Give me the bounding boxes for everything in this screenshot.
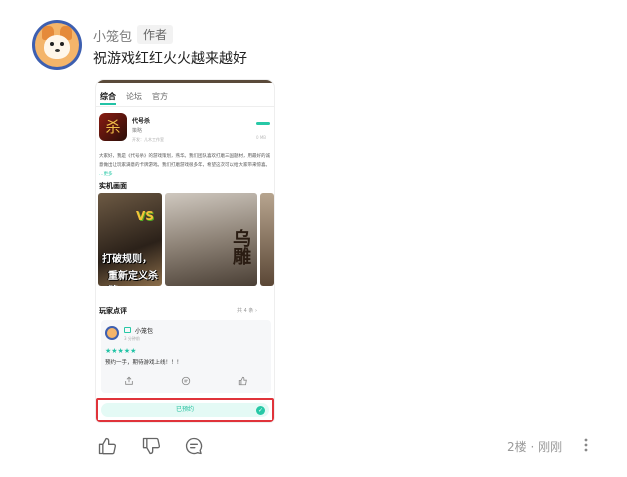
- more-options-button[interactable]: [583, 438, 589, 455]
- avatar-face: [44, 35, 70, 59]
- app-icon: 杀: [99, 113, 127, 141]
- game-screenshot-1: VS 打破规则， 重新定义杀牌！: [98, 193, 162, 286]
- screenshots-row: VS 打破规则， 重新定义杀牌！ 乌雕: [98, 193, 274, 286]
- reviewer-name: 小笼包: [135, 328, 154, 335]
- attached-screenshot[interactable]: 综合 论坛 官方 杀 代号杀 策略 开发：儿木工作室 0 MB 大家好，我是《代…: [96, 80, 274, 422]
- avatar-eye-right: [60, 42, 64, 46]
- thumbs-up-icon: [98, 437, 117, 455]
- screenshot-top-bar: [96, 80, 274, 83]
- dislike-button[interactable]: [141, 436, 161, 456]
- screenshots-section-title: 实机画面: [99, 182, 127, 190]
- thumbs-up-icon: [238, 376, 247, 386]
- avatar-nose: [55, 49, 60, 52]
- reviews-section-title: 玩家点评: [99, 307, 127, 315]
- app-developer: 开发：儿木工作室: [132, 137, 164, 142]
- share-icon: [125, 376, 134, 385]
- app-name: 代号杀: [132, 118, 151, 125]
- reviewer-avatar: [105, 326, 119, 340]
- game-screenshot-3: [260, 193, 274, 286]
- reserve-highlight-box: 已预约 ✓: [96, 398, 274, 422]
- slogan-line-2: 重新定义杀牌！: [108, 271, 158, 282]
- screenshot-calligraphy: 乌雕: [230, 229, 251, 265]
- review-card: 小笼包 3 分钟前 ★★★★★ 预约一手，期待游戏上线！！！: [101, 320, 271, 393]
- tab-official: 官方: [152, 92, 168, 101]
- reserved-label: 已预约: [175, 406, 194, 413]
- reply-button[interactable]: [184, 436, 204, 456]
- reviewer-badge-icon: [124, 327, 131, 333]
- tab-forum: 论坛: [126, 92, 142, 101]
- review-actions: [101, 376, 271, 386]
- review-stars: ★★★★★: [105, 347, 137, 355]
- tab-overview: 综合: [100, 91, 116, 105]
- author-badge: 作者: [137, 25, 174, 44]
- comment-icon: [185, 437, 203, 455]
- app-action-bar: [256, 122, 270, 125]
- comment-icon: [181, 376, 191, 386]
- app-genre: 策略: [132, 128, 143, 134]
- slogan-line-1: 打破规则，: [102, 254, 152, 265]
- avatar-eye-left: [50, 42, 54, 46]
- vs-text: VS: [136, 209, 154, 223]
- review-time: 3 分钟前: [124, 336, 140, 341]
- description-more-link: …更多: [99, 172, 113, 177]
- more-vertical-icon: [584, 438, 588, 452]
- review-text: 预约一手，期待游戏上线！！！: [105, 360, 183, 366]
- like-button[interactable]: [97, 436, 117, 456]
- user-avatar[interactable]: [32, 20, 82, 70]
- screenshot-tabs: 综合 论坛 官方: [100, 91, 168, 105]
- app-description: 大家好，我是《代号杀》的游戏策划，燕华。我们团队喜欢打磨三国题材，用最好的诚意做…: [99, 152, 271, 179]
- comment-text: 祝游戏红红火火越来越好: [93, 51, 247, 67]
- username[interactable]: 小笼包: [93, 26, 132, 45]
- game-screenshot-2: 乌雕: [165, 193, 257, 286]
- reserved-button: 已预约 ✓: [101, 403, 269, 417]
- description-text: 大家好，我是《代号杀》的游戏策划，燕华。我们团队喜欢打磨三国题材，用最好的诚意做…: [99, 154, 270, 168]
- check-icon: ✓: [256, 406, 265, 415]
- tabs-divider: [96, 106, 274, 107]
- reviews-count: 共 4 条 ›: [237, 308, 257, 314]
- floor-and-time: 2楼 · 刚刚: [507, 440, 563, 454]
- app-size: 0 MB: [256, 135, 267, 140]
- thumbs-down-icon: [142, 437, 161, 455]
